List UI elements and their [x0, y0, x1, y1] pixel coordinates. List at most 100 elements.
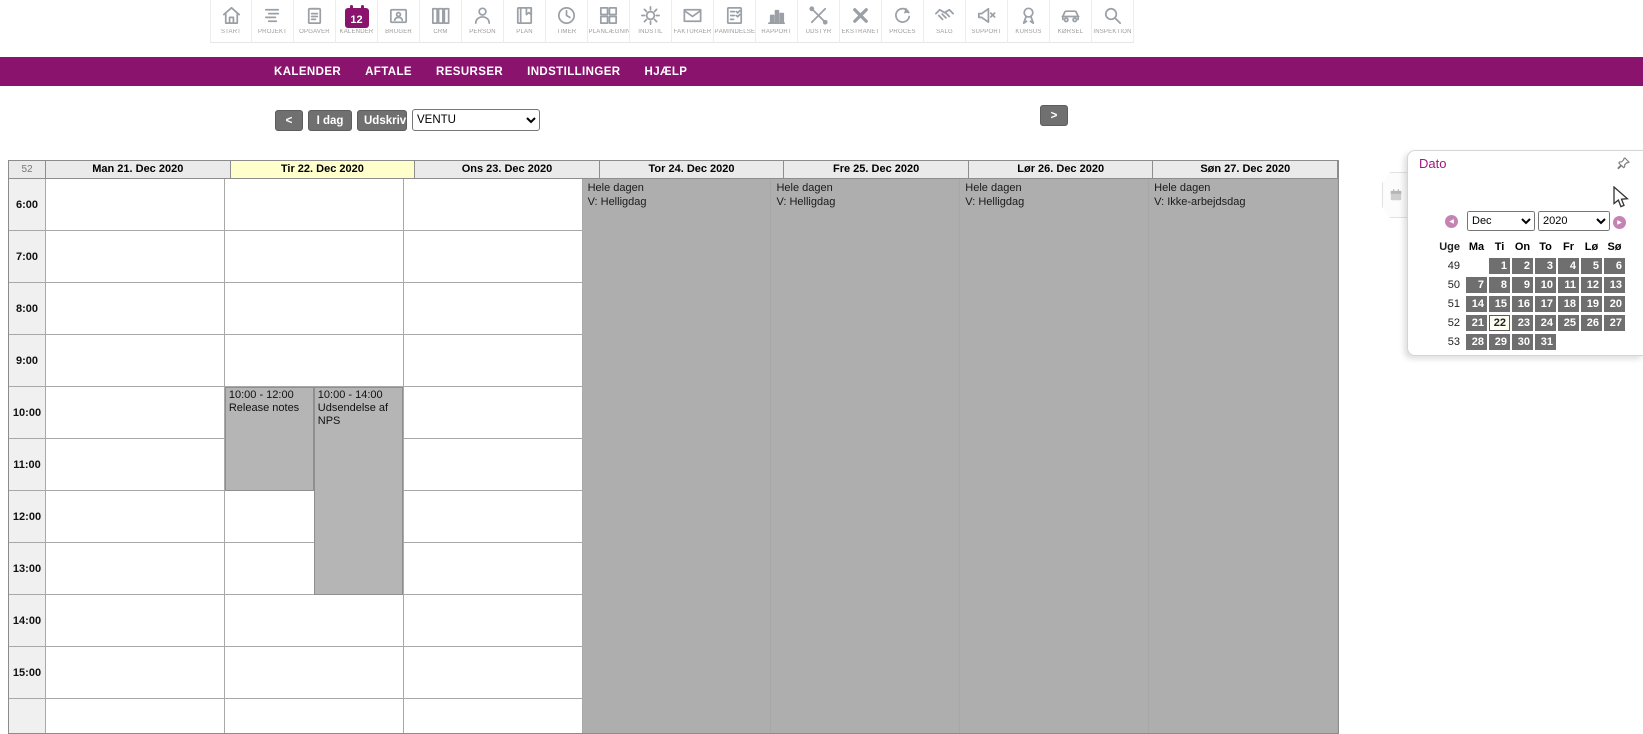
toolbar-item-opgaver[interactable]: OPGAVER	[294, 0, 336, 43]
time-label: 8:00	[9, 283, 45, 335]
toolbar-item-plan[interactable]: PLAN	[504, 0, 546, 43]
allday-event[interactable]: Hele dagenV: Ikke-arbejdsdag	[1154, 182, 1332, 209]
previous-week-button[interactable]: < <	[275, 110, 303, 131]
toolbar-item-kørsel[interactable]: KØRSEL	[1050, 0, 1092, 43]
mini-calendar-day[interactable]: 31	[1535, 334, 1556, 350]
mini-calendar-day[interactable]: 4	[1558, 258, 1579, 274]
mini-calendar-day[interactable]: 27	[1604, 315, 1625, 331]
toolbar-item-proces[interactable]: PROCES	[882, 0, 924, 43]
date-panel-tab[interactable]	[1382, 172, 1409, 218]
day-header: Tor 24. Dec 2020	[600, 161, 785, 179]
mini-calendar-day[interactable]: 9	[1512, 277, 1533, 293]
resource-select[interactable]: VENTU	[412, 109, 540, 131]
mini-calendar-day[interactable]: 26	[1581, 315, 1602, 331]
x-icon	[849, 2, 872, 29]
mini-calendar-day[interactable]: 2	[1512, 258, 1533, 274]
day-column[interactable]	[404, 179, 583, 734]
toolbar-item-person[interactable]: PERSON	[462, 0, 504, 43]
toolbar-item-label: KØRSEL	[1058, 29, 1084, 35]
day-column[interactable]: Hele dagenV: Helligdag	[583, 179, 772, 734]
day-column[interactable]: 10:00 - 12:00Release notes10:00 - 14:00U…	[225, 179, 404, 734]
pin-icon[interactable]	[1616, 156, 1631, 176]
mini-calendar-day[interactable]: 18	[1558, 296, 1579, 312]
next-month-button[interactable]: ▶	[1613, 216, 1626, 229]
toolbar-item-fakturaer[interactable]: FAKTURAER	[672, 0, 714, 43]
menu-item-resurser[interactable]: RESURSER	[424, 66, 515, 78]
mini-calendar-day-header: Ma	[1466, 241, 1487, 253]
toolbar-item-label: FAKTURAER	[674, 29, 712, 35]
mini-calendar-day[interactable]: 23	[1512, 315, 1533, 331]
mini-calendar-day[interactable]: 15	[1489, 296, 1510, 312]
print-button[interactable]: Udskriv	[357, 110, 407, 131]
mini-calendar-day[interactable]: 5	[1581, 258, 1602, 274]
toolbar-item-timer[interactable]: TIMER	[546, 0, 588, 43]
next-week-button[interactable]: > >	[1040, 105, 1068, 126]
menu-item-hjlp[interactable]: HJÆLP	[632, 66, 699, 78]
toolbar-item-ekstranet[interactable]: EKSTRANET	[840, 0, 882, 43]
toolbar-item-inspektion[interactable]: INSPEKTION	[1092, 0, 1134, 43]
mini-calendar-day[interactable]: 19	[1581, 296, 1602, 312]
mini-calendar-day[interactable]: 13	[1604, 277, 1625, 293]
mini-calendar-day[interactable]: 3	[1535, 258, 1556, 274]
main-menubar: KALENDERAFTALERESURSERINDSTILLINGERHJÆLP	[0, 57, 1643, 86]
mini-calendar-day[interactable]: 29	[1489, 334, 1510, 350]
home-icon	[220, 2, 243, 29]
time-label: 12:00	[9, 491, 45, 543]
day-column[interactable]: Hele dagenV: Helligdag	[960, 179, 1149, 734]
toolbar-item-planlægning[interactable]: PLANLÆGNING	[588, 0, 630, 43]
mini-calendar-day[interactable]: 12	[1581, 277, 1602, 293]
toolbar-item-påmindelser[interactable]: PÅMINDELSER	[714, 0, 756, 43]
mini-calendar-day[interactable]: 25	[1558, 315, 1579, 331]
mini-calendar-day[interactable]: 10	[1535, 277, 1556, 293]
day-header: Ons 23. Dec 2020	[415, 161, 600, 179]
allday-value: V: Ikke-arbejdsdag	[1154, 196, 1332, 210]
mini-calendar-selected-day[interactable]: 22	[1489, 315, 1510, 331]
day-column[interactable]: Hele dagenV: Ikke-arbejdsdag	[1149, 179, 1338, 734]
mini-calendar-day[interactable]: 14	[1466, 296, 1487, 312]
day-column[interactable]: Hele dagenV: Helligdag	[771, 179, 960, 734]
mini-calendar-day[interactable]: 6	[1604, 258, 1625, 274]
toolbar-item-kursus[interactable]: KURSUS	[1008, 0, 1050, 43]
day-column[interactable]	[46, 179, 225, 734]
mini-calendar-day[interactable]: 28	[1466, 334, 1487, 350]
allday-event[interactable]: Hele dagenV: Helligdag	[965, 182, 1143, 209]
toolbar-item-projekt[interactable]: PROJEKT	[252, 0, 294, 43]
year-select[interactable]: 2020	[1538, 211, 1610, 231]
calendar-event[interactable]: 10:00 - 14:00Udsendelse af NPS	[314, 387, 403, 595]
process-arrows-icon	[891, 2, 914, 29]
mini-calendar-day[interactable]: 20	[1604, 296, 1625, 312]
mini-calendar-day[interactable]: 16	[1512, 296, 1533, 312]
allday-event[interactable]: Hele dagenV: Helligdag	[776, 182, 954, 209]
mini-calendar-day[interactable]: 8	[1489, 277, 1510, 293]
toolbar-item-udstyr[interactable]: UDSTYR	[798, 0, 840, 43]
allday-event[interactable]: Hele dagenV: Helligdag	[588, 182, 766, 209]
mini-calendar-day[interactable]: 1	[1489, 258, 1510, 274]
today-button[interactable]: I dag	[308, 110, 352, 131]
mini-calendar-day[interactable]: 7	[1466, 277, 1487, 293]
toolbar-item-label: PROJEKT	[258, 29, 287, 35]
menu-item-kalender[interactable]: KALENDER	[262, 66, 353, 78]
toolbar-item-label: EKSTRANET	[842, 29, 880, 35]
menu-item-aftale[interactable]: AFTALE	[353, 66, 424, 78]
month-select[interactable]: Dec	[1467, 211, 1535, 231]
allday-value: V: Helligdag	[776, 196, 954, 210]
planning-grid-icon	[597, 2, 620, 29]
toolbar-item-rapport[interactable]: RAPPORT	[756, 0, 798, 43]
previous-month-button[interactable]: ◀	[1445, 215, 1458, 228]
mini-calendar-day[interactable]: 30	[1512, 334, 1533, 350]
gear-icon	[639, 2, 662, 29]
toolbar-item-salg[interactable]: SALG	[924, 0, 966, 43]
toolbar-item-indstil[interactable]: INDSTIL	[630, 0, 672, 43]
calendar-event[interactable]: 10:00 - 12:00Release notes	[225, 387, 314, 491]
mini-calendar-day[interactable]: 17	[1535, 296, 1556, 312]
toolbar-item-support[interactable]: SUPPORT	[966, 0, 1008, 43]
mini-calendar-day[interactable]: 11	[1558, 277, 1579, 293]
menu-item-indstillinger[interactable]: INDSTILLINGER	[515, 66, 632, 78]
mini-calendar-day[interactable]: 24	[1535, 315, 1556, 331]
toolbar-item-crm[interactable]: CRM	[420, 0, 462, 43]
toolbar-item-kalender[interactable]: 12KALENDER	[336, 0, 378, 43]
toolbar-item-bruger[interactable]: BRUGER	[378, 0, 420, 43]
mini-calendar-day[interactable]: 21	[1466, 315, 1487, 331]
clock-icon	[555, 2, 578, 29]
toolbar-item-start[interactable]: START	[210, 0, 252, 43]
